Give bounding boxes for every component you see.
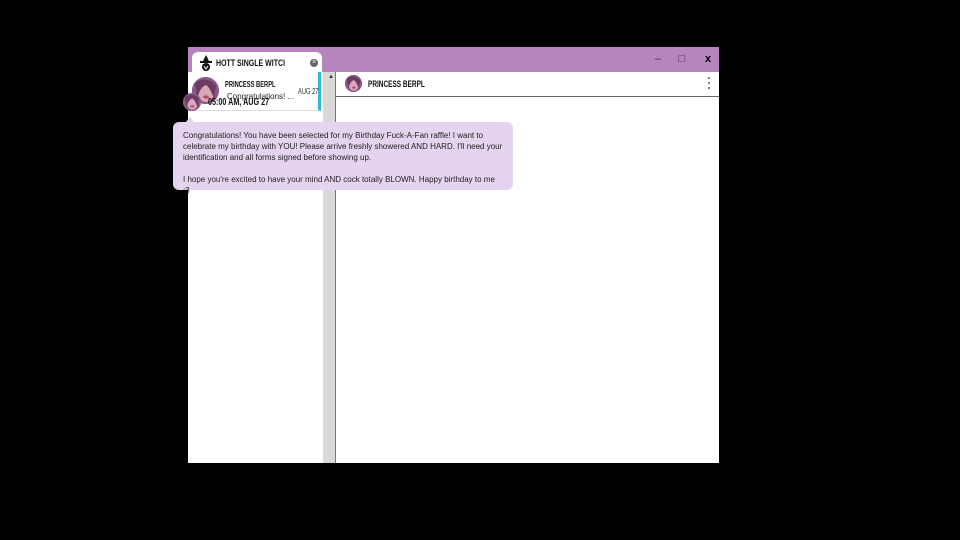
message-text-paragraph-1: Congratulations! You have been selected … <box>183 131 503 162</box>
tab-close-icon[interactable]: × <box>310 59 318 67</box>
message-timestamp: 05:00 AM, AUG 27 <box>208 97 270 108</box>
messenger-window: HOTT SINGLE WITCHES IN YOUR AREA × – □ x… <box>188 47 719 463</box>
message-text-paragraph-2: I hope you're excited to have your mind … <box>183 175 495 195</box>
message-bubble: Congratulations! You have been selected … <box>173 122 513 195</box>
browser-tab[interactable]: HOTT SINGLE WITCHES IN YOUR AREA × <box>192 52 322 73</box>
close-button[interactable]: x <box>698 51 718 67</box>
conversation-date: AUG 27 <box>298 87 319 96</box>
message-avatar <box>183 93 201 111</box>
scroll-up-arrow-icon[interactable]: ▲ <box>328 74 334 80</box>
tab-title: HOTT SINGLE WITCHES IN YOUR AREA <box>216 58 285 68</box>
chat-header: PRINCESS BERPL <box>336 72 719 97</box>
avatar-image-icon <box>345 75 362 92</box>
conversation-name: PRINCESS BERPL <box>225 80 276 89</box>
more-options-icon[interactable] <box>706 77 712 91</box>
witch-hat-icon <box>200 55 212 71</box>
chat-contact-name: PRINCESS BERPL <box>368 79 425 89</box>
avatar-image-icon <box>183 93 201 111</box>
maximize-button[interactable]: □ <box>672 51 692 67</box>
title-bar[interactable]: HOTT SINGLE WITCHES IN YOUR AREA × – □ x <box>188 47 719 73</box>
minimize-button[interactable]: – <box>648 51 668 67</box>
chat-header-avatar <box>345 75 362 92</box>
